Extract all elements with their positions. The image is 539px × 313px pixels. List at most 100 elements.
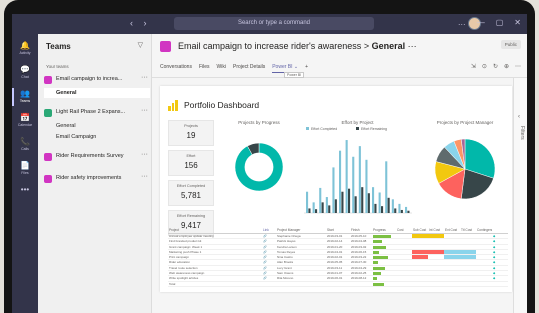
channel-item[interactable]: General	[44, 121, 150, 131]
minimize-icon[interactable]: —	[477, 18, 485, 27]
teams-panel: Teams ▽ Your teams Email campaign to inc…	[38, 34, 152, 313]
tab-2[interactable]: Wiki	[217, 64, 226, 73]
status-fill	[476, 260, 492, 265]
status-cell	[412, 276, 428, 281]
rail-item-calendar[interactable]: 📅 Calendar	[12, 110, 38, 132]
status-fill	[444, 234, 460, 239]
column-header[interactable]: Link	[262, 228, 276, 233]
status-cell	[476, 265, 492, 271]
tab-tool-icon[interactable]: ↻	[493, 63, 498, 70]
rail-item-files[interactable]: 📄 Files	[12, 158, 38, 180]
column-header[interactable]: Cost	[396, 228, 412, 233]
tab-tool-icon[interactable]: ⊙	[482, 63, 487, 70]
filter-icon[interactable]: ▽	[138, 41, 143, 49]
cost-cell	[396, 234, 412, 238]
donut-chart[interactable]: Projects by Progress	[224, 120, 294, 220]
tab-3[interactable]: Project Details	[233, 64, 265, 73]
column-header[interactable]	[492, 228, 500, 233]
status-cell	[460, 244, 476, 249]
column-header[interactable]: Finish	[350, 228, 372, 233]
status-fill	[444, 255, 460, 260]
cost-cell	[396, 255, 412, 259]
link-icon[interactable]: 🔗	[262, 234, 276, 238]
more-icon[interactable]: ···	[141, 107, 148, 114]
start-date: 2019-03-01	[327, 234, 343, 238]
team-item[interactable]: Rider safety improvements ···	[44, 173, 150, 185]
link-icon[interactable]: 🔗	[262, 255, 276, 259]
column-header[interactable]: Contingency	[476, 228, 492, 233]
table-row[interactable]: Total	[168, 281, 508, 287]
link-icon[interactable]: 🔗	[262, 266, 276, 270]
more-icon[interactable]: ···	[141, 151, 148, 158]
link-icon[interactable]: 🔗	[262, 245, 276, 249]
tab-tool-icon[interactable]: ⋯	[515, 63, 521, 70]
rail-item-teams[interactable]: 👥 Teams	[12, 86, 38, 108]
channel-item[interactable]: General	[44, 88, 150, 98]
project-manager: Lucy Grant	[277, 265, 292, 270]
column-header[interactable]: Ttl Cost	[460, 228, 476, 233]
team-item[interactable]: Light Rail Phase 2 Expans... ···	[44, 107, 150, 119]
status-fill	[412, 234, 428, 239]
team-item[interactable]: Rider Requirements Survey ···	[44, 151, 150, 163]
filters-pane[interactable]: ‹ Filters	[513, 78, 527, 313]
tab-tool-icon[interactable]: ⇲	[471, 63, 476, 70]
status-cell	[428, 255, 444, 260]
close-icon[interactable]: ✕	[514, 18, 521, 27]
link-icon[interactable]: 🔗	[262, 271, 276, 275]
status-cell	[460, 234, 476, 239]
files-icon: 📄	[20, 161, 30, 170]
status-fill	[460, 234, 476, 239]
channel-item[interactable]: Email Campaign	[44, 132, 150, 142]
progress-bar	[373, 256, 388, 260]
bar	[391, 199, 394, 213]
team-item[interactable]: Email campaign to increa... ···	[44, 74, 150, 86]
more-options-icon[interactable]: …	[458, 18, 466, 27]
tab-1[interactable]: Files	[199, 64, 210, 73]
tab-tool-icon[interactable]: ⊕	[504, 63, 509, 70]
link-icon[interactable]: 🔗	[262, 276, 276, 280]
status-cell	[476, 255, 492, 260]
tab-0[interactable]: Conversations	[160, 64, 192, 73]
link-icon[interactable]: 🔗	[262, 260, 276, 264]
bar	[374, 203, 377, 213]
bar	[372, 187, 375, 213]
status-cell	[444, 281, 460, 286]
column-header[interactable]: Start	[326, 228, 350, 233]
more-icon[interactable]: ···	[141, 74, 148, 81]
column-header[interactable]: Int Cost	[428, 228, 444, 233]
project-manager: Alan Brooks	[277, 260, 294, 265]
bar	[352, 156, 355, 213]
status-fill	[444, 276, 460, 281]
rail-item-chat[interactable]: 💬 Chat	[12, 62, 38, 84]
chevron-left-icon[interactable]: ‹	[518, 114, 520, 120]
status-fill	[412, 255, 428, 260]
bar-chart[interactable]: Effort by Project Effort Completed Effort…	[300, 120, 415, 226]
bar	[381, 206, 384, 213]
column-header[interactable]: Project	[168, 228, 262, 233]
pie-chart[interactable]: Projects by Project Manager	[422, 120, 508, 220]
rail-item-calls[interactable]: 📞 Calls	[12, 134, 38, 156]
status-cell	[460, 255, 476, 260]
channel-more-icon[interactable]: ···	[405, 41, 417, 51]
search-input[interactable]: Search or type a command	[174, 17, 374, 30]
rail-item-activity[interactable]: 🔔 Activity	[12, 38, 38, 60]
tab-5[interactable]: +	[305, 64, 308, 73]
rail-item-more[interactable]: •••	[12, 182, 38, 204]
status-fill	[412, 249, 428, 255]
column-header[interactable]: Project Manager	[276, 228, 326, 233]
column-header[interactable]: Ext Cost	[444, 228, 460, 233]
maximize-icon[interactable]: ▢	[496, 18, 504, 27]
link-icon[interactable]: 🔗	[262, 250, 276, 254]
column-header[interactable]: Progress	[372, 228, 396, 233]
status-fill	[476, 276, 492, 281]
project-name: Marketing push Phase 1	[169, 249, 202, 254]
kpi-card: Effort 156	[168, 150, 214, 176]
title-bar: ‹ › Search or type a command … — ▢ ✕	[12, 14, 527, 34]
column-header[interactable]: Sub Cost	[412, 228, 428, 233]
history-arrows[interactable]: ‹ ›	[130, 18, 151, 28]
bar	[398, 203, 401, 213]
status-cell	[460, 239, 476, 244]
link-icon[interactable]: 🔗	[262, 239, 276, 243]
link-icon[interactable]	[262, 282, 276, 286]
more-icon[interactable]: ···	[141, 173, 148, 180]
